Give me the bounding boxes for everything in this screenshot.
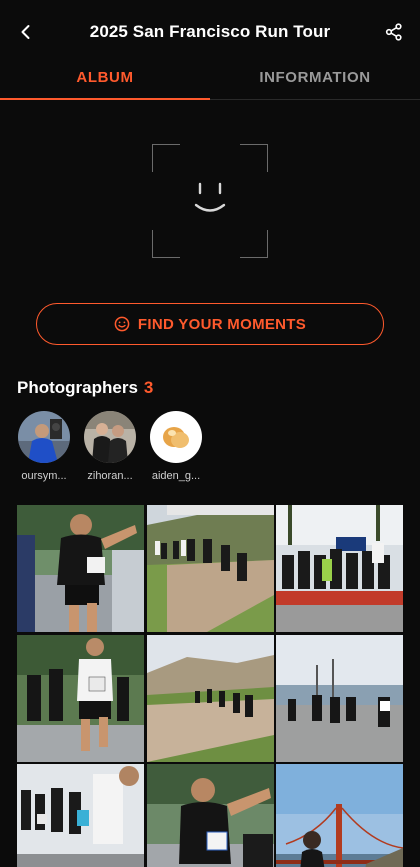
photographer-name: oursym... (21, 470, 67, 482)
tab-album[interactable]: ALBUM (0, 64, 210, 99)
photographers-title: Photographers (17, 378, 138, 397)
photographers-heading: Photographers 3 (17, 378, 153, 398)
photo-thumbnail[interactable] (17, 505, 144, 632)
photographer-name: zihoran... (87, 470, 133, 482)
photo-thumbnail[interactable] (17, 764, 144, 867)
page-title: 2025 San Francisco Run Tour (89, 22, 331, 41)
photographer-item[interactable]: aiden_g... (149, 411, 203, 482)
back-button[interactable] (14, 20, 38, 44)
photo-thumbnail[interactable] (276, 764, 403, 867)
photo-thumbnail[interactable] (146, 764, 274, 867)
find-your-moments-button[interactable]: FIND YOUR MOMENTS (36, 303, 384, 345)
photographer-list: oursym... zihoran... aiden_g... (17, 411, 203, 482)
photo-thumbnail[interactable] (276, 505, 403, 632)
avatar (18, 411, 70, 463)
top-bar: 2025 San Francisco Run Tour (0, 0, 420, 64)
smiley-icon (114, 316, 130, 332)
avatar (84, 411, 136, 463)
find-button-label: FIND YOUR MOMENTS (137, 315, 307, 333)
photographer-name: aiden_g... (151, 470, 201, 482)
photo-grid (17, 505, 403, 867)
photographer-item[interactable]: oursym... (17, 411, 71, 482)
photographers-count: 3 (143, 378, 154, 397)
photographer-item[interactable]: zihoran... (83, 411, 137, 482)
avatar (150, 411, 202, 463)
share-button[interactable] (382, 20, 406, 44)
photo-thumbnail[interactable] (146, 505, 274, 632)
tab-bar: ALBUM INFORMATION (0, 64, 420, 100)
face-scan-icon (152, 144, 268, 258)
photo-thumbnail[interactable] (146, 634, 274, 762)
photo-thumbnail[interactable] (17, 634, 144, 762)
share-icon (385, 23, 402, 41)
tab-information[interactable]: INFORMATION (210, 64, 420, 99)
active-tab-indicator (0, 98, 210, 100)
photo-thumbnail[interactable] (276, 634, 403, 762)
chevron-left-icon (21, 25, 30, 39)
